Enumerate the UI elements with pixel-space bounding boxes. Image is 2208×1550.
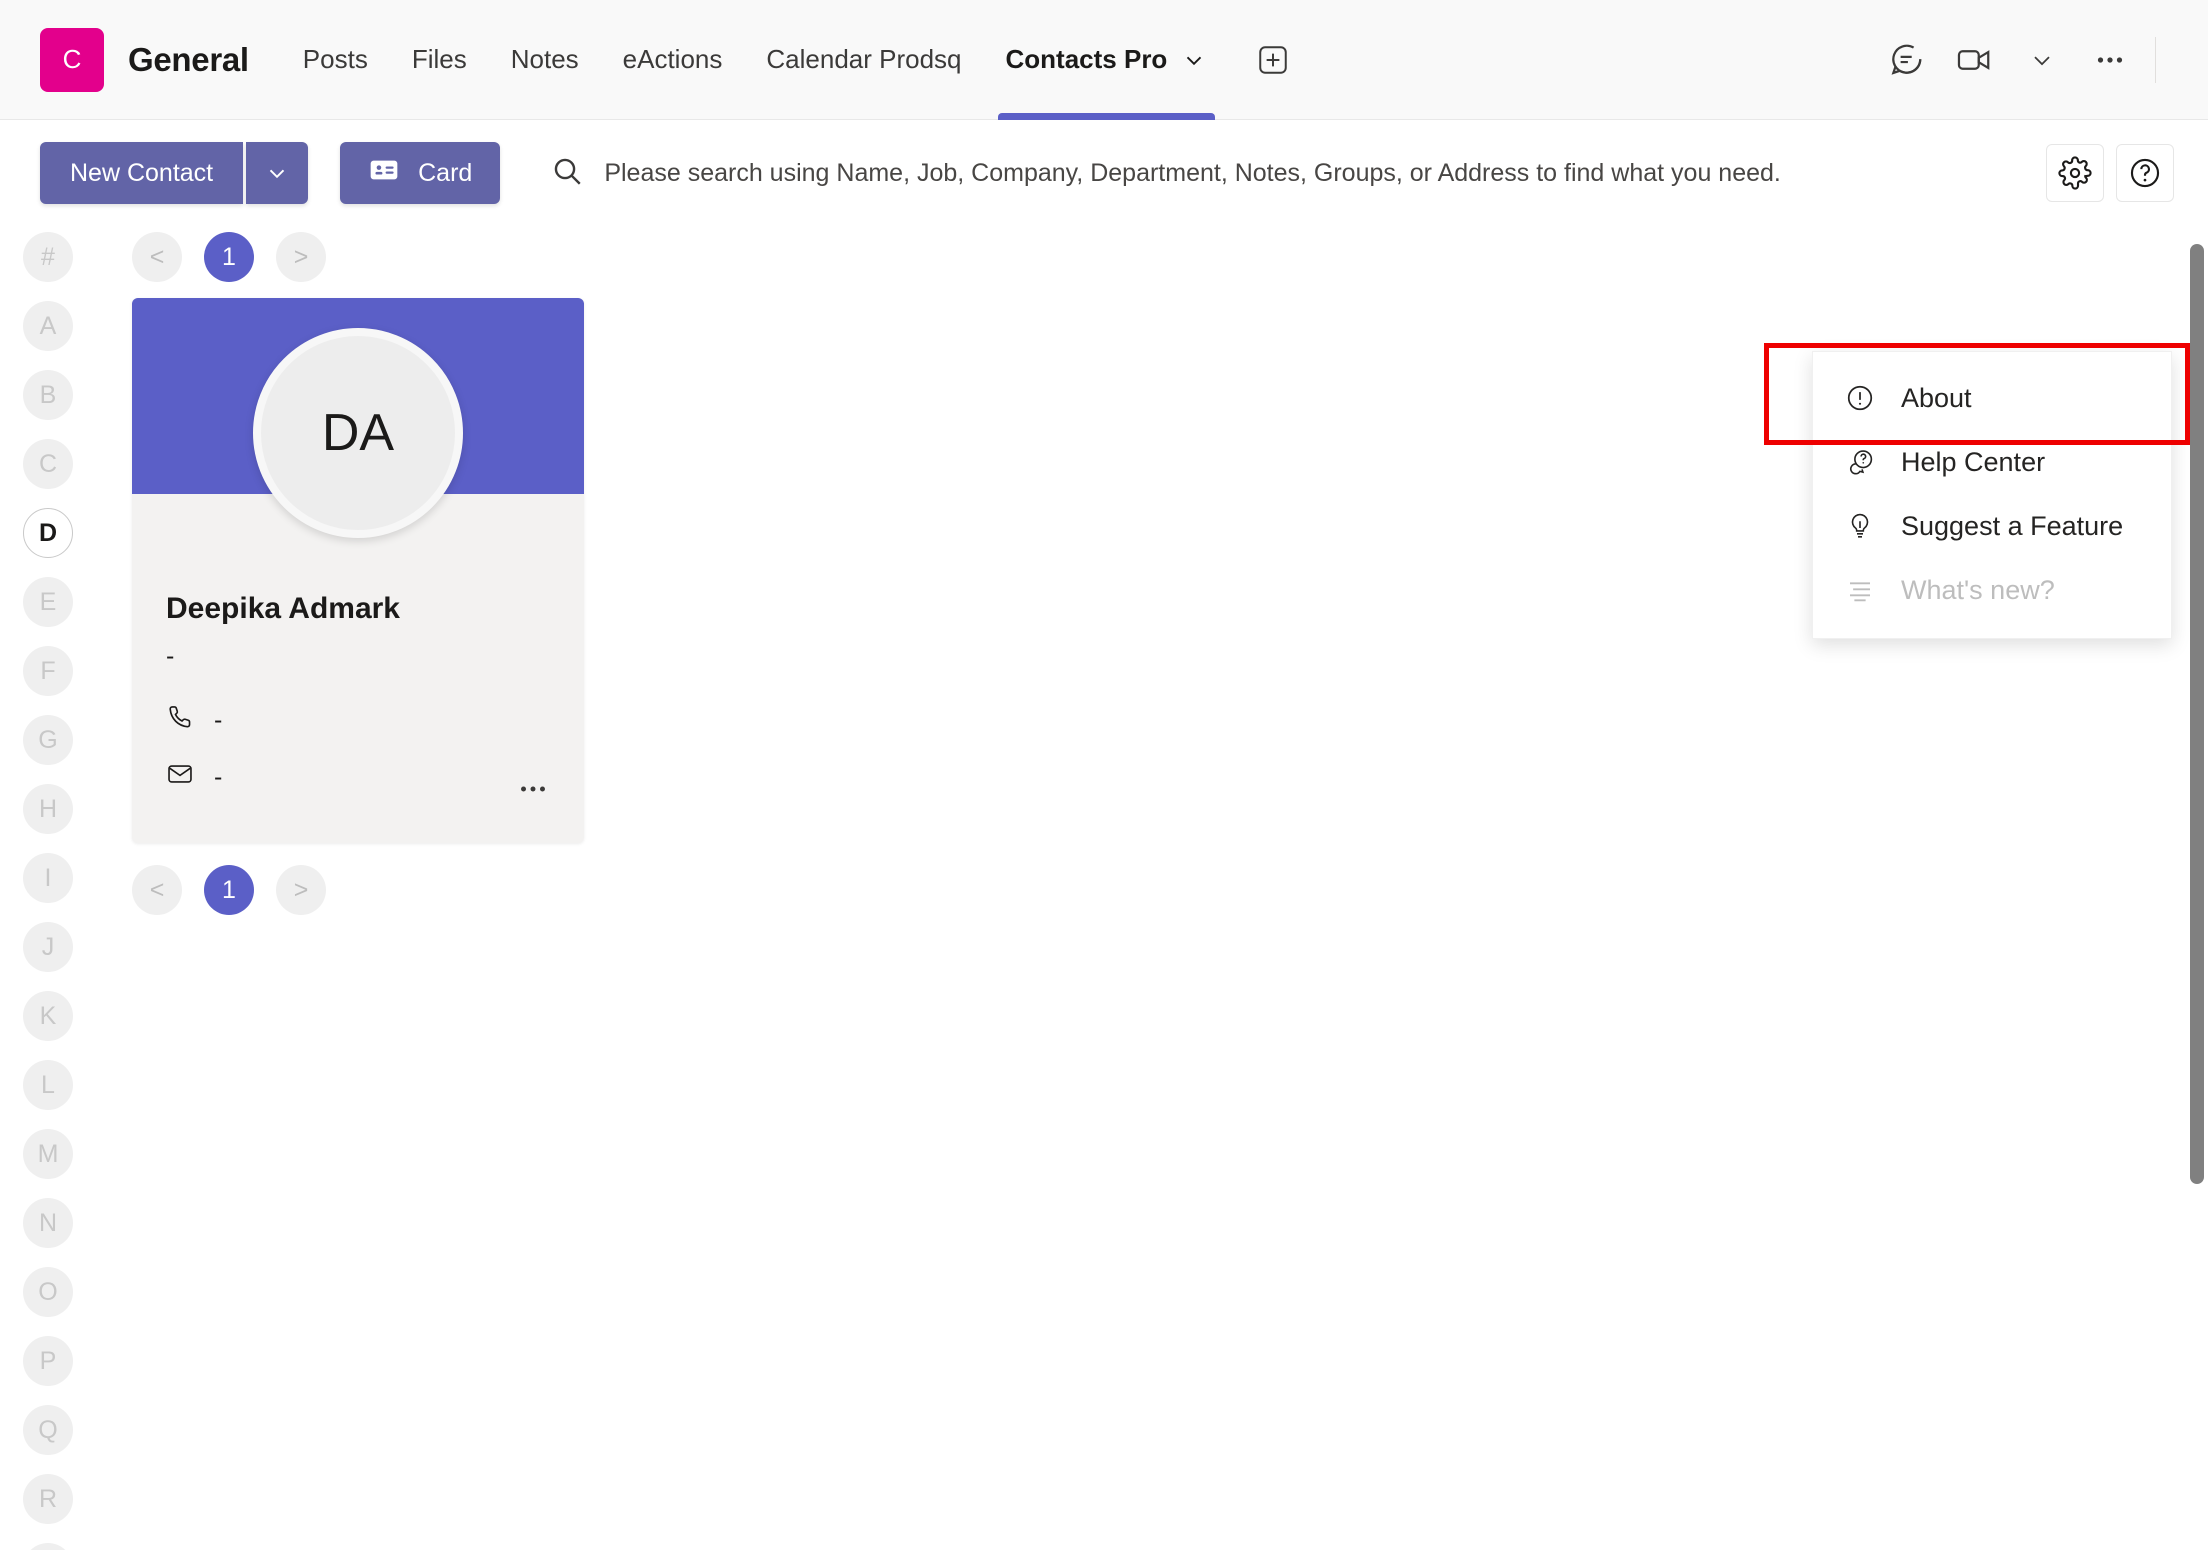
tab-files-label: Files [411, 44, 467, 74]
alpha-index-r[interactable]: R [23, 1474, 73, 1524]
contact-phone: - [214, 706, 223, 734]
contact-email-row: - [166, 760, 550, 795]
tab-contacts-pro-label: Contacts Pro [1005, 44, 1168, 74]
contact-card[interactable]: DA Deepika Admark - - - [132, 298, 584, 843]
menu-item-help-center-label: Help Center [1901, 446, 2046, 477]
alpha-index-b[interactable]: B [23, 370, 73, 420]
tab-notes-label: Notes [510, 44, 579, 74]
chat-icon[interactable] [1877, 31, 1935, 89]
alpha-index-f[interactable]: F [23, 646, 73, 696]
menu-item-about[interactable]: About [1813, 366, 2171, 430]
contact-phone-row: - [166, 703, 550, 738]
menu-item-suggest-a-feature[interactable]: Suggest a Feature [1813, 494, 2171, 558]
tab-eactions-label: eActions [622, 44, 723, 74]
alpha-index-l[interactable]: L [23, 1060, 73, 1110]
menu-item-whats-new-label: What's new? [1901, 574, 2055, 605]
toolbar-divider [2155, 36, 2156, 83]
tab-posts-label: Posts [302, 44, 368, 74]
contact-card-more-options-icon[interactable] [516, 772, 550, 811]
text-lines-icon [1843, 575, 1877, 605]
tab-eactions[interactable]: eActions [601, 0, 745, 120]
channel-title: General [128, 40, 249, 78]
alpha-index-k[interactable]: K [23, 991, 73, 1041]
alpha-index-q[interactable]: Q [23, 1405, 73, 1455]
alpha-index-d[interactable]: D [23, 508, 73, 558]
info-circle-icon [1843, 383, 1877, 413]
settings-button[interactable] [2046, 144, 2104, 202]
card-view-label: Card [418, 158, 473, 187]
alpha-index-n[interactable]: N [23, 1198, 73, 1248]
lightbulb-icon [1843, 511, 1877, 541]
pagination-prev-button[interactable]: < [132, 232, 182, 282]
alpha-index-j[interactable]: J [23, 922, 73, 972]
contact-email: - [214, 763, 223, 791]
add-tab-button[interactable] [1251, 38, 1295, 82]
top-bar-actions [1877, 31, 2208, 89]
menu-item-whats-new: What's new? [1813, 558, 2171, 622]
contact-card-body: Deepika Admark - - - [132, 494, 584, 795]
team-avatar: C [40, 27, 104, 92]
alpha-index-c[interactable]: C [23, 439, 73, 489]
pagination-bottom-page-1[interactable]: 1 [204, 865, 254, 915]
alpha-index-s[interactable]: S [23, 1543, 73, 1550]
new-contact-button[interactable]: New Contact [40, 142, 244, 204]
help-dropdown-menu: About Help Center Suggest a Feature What… [1812, 351, 2172, 639]
pagination-page-1[interactable]: 1 [204, 232, 254, 282]
help-chat-icon [1843, 447, 1877, 477]
alpha-index-g[interactable]: G [23, 715, 73, 765]
tab-calendar-prodsq[interactable]: Calendar Prodsq [744, 0, 983, 120]
search-input[interactable] [604, 143, 2046, 203]
phone-icon [166, 703, 194, 738]
help-button[interactable] [2116, 144, 2174, 202]
chevron-down-icon[interactable] [1181, 47, 1207, 73]
vertical-scrollbar-thumb[interactable] [2190, 244, 2204, 1184]
channel-tabs: Posts Files Notes eActions Calendar Prod… [281, 0, 1296, 120]
envelope-icon [166, 760, 194, 795]
video-camera-icon[interactable] [1945, 31, 2003, 89]
pagination-bottom-next-button[interactable]: > [276, 865, 326, 915]
search-bar [550, 142, 2046, 204]
menu-item-about-label: About [1901, 382, 1972, 413]
team-avatar-initial: C [62, 44, 82, 74]
alpha-index-p[interactable]: P [23, 1336, 73, 1386]
alpha-index-a[interactable]: A [23, 301, 73, 351]
vertical-scrollbar-track[interactable] [2190, 222, 2208, 1550]
tab-calendar-prodsq-label: Calendar Prodsq [766, 44, 962, 74]
avatar-initials: DA [321, 404, 395, 462]
search-icon [550, 154, 584, 193]
pagination-next-button[interactable]: > [276, 232, 326, 282]
contact-card-icon [368, 154, 400, 193]
app-toolbar: New Contact Card Please search using Nam… [0, 120, 2208, 639]
more-options-icon[interactable] [2081, 31, 2139, 89]
tab-notes[interactable]: Notes [489, 0, 601, 120]
tab-files[interactable]: Files [390, 0, 489, 120]
alpha-index-i[interactable]: I [23, 853, 73, 903]
card-view-button[interactable]: Card [340, 142, 501, 204]
alpha-index-h[interactable]: H [23, 784, 73, 834]
alphabet-index-rail: # A B C D E F G H I J K L M N O P Q R S [0, 222, 96, 1550]
alpha-index-e[interactable]: E [23, 577, 73, 627]
menu-item-help-center[interactable]: Help Center [1813, 430, 2171, 494]
tab-posts[interactable]: Posts [281, 0, 390, 120]
pagination-top: < 1 > [132, 222, 2208, 298]
contact-name: Deepika Admark [166, 592, 400, 625]
tab-contacts-pro[interactable]: Contacts Pro [984, 0, 1230, 120]
alpha-index-m[interactable]: M [23, 1129, 73, 1179]
menu-item-suggest-a-feature-label: Suggest a Feature [1901, 510, 2124, 541]
contact-job: - [166, 642, 175, 670]
pagination-bottom-prev-button[interactable]: < [132, 865, 182, 915]
alpha-index-o[interactable]: O [23, 1267, 73, 1317]
video-chevron-down-icon[interactable] [2013, 31, 2071, 89]
avatar: DA [253, 328, 463, 538]
teams-top-bar: C General Posts Files Notes eActions Cal… [0, 0, 2208, 120]
new-contact-dropdown-button[interactable] [246, 142, 309, 204]
contact-card-banner: DA [132, 298, 584, 538]
pagination-bottom: < 1 > [132, 843, 2208, 931]
alpha-index-hash[interactable]: # [23, 232, 73, 282]
